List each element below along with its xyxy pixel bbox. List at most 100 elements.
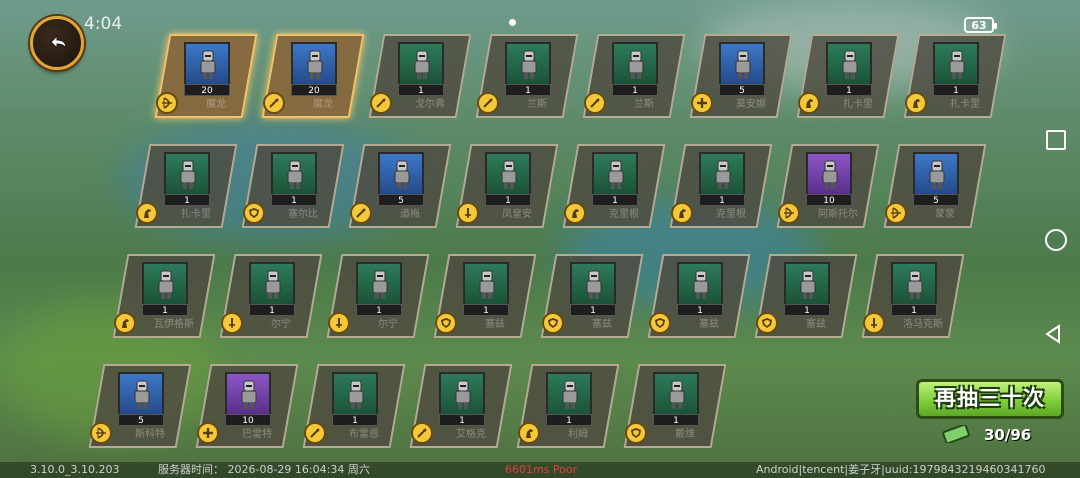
hero-card[interactable]: 5 蒙蒙: [883, 144, 987, 228]
hero-card[interactable]: 1 戈尔弗: [368, 34, 472, 118]
hero-card[interactable]: 1 克里根: [669, 144, 773, 228]
class-badge: [885, 202, 907, 224]
hero-count: 1: [826, 84, 872, 96]
spear-icon: [590, 98, 600, 108]
hero-card[interactable]: 5 道梅: [348, 144, 452, 228]
hero-name: 布雷恩: [349, 429, 379, 440]
hero-count: 1: [271, 194, 317, 206]
hero-card[interactable]: 1 扎卡里: [903, 34, 1007, 118]
hero-card[interactable]: 1 戴维: [623, 364, 727, 448]
hero-count: 1: [612, 84, 658, 96]
recent-apps-button[interactable]: [1046, 130, 1066, 150]
hero-portrait: [184, 42, 230, 86]
hero-card[interactable]: 1 尔宁: [326, 254, 430, 338]
hero-portrait: [592, 152, 638, 196]
hero-card[interactable]: 5 斯科特: [88, 364, 192, 448]
hero-card[interactable]: 1 布雷恩: [302, 364, 406, 448]
hero-card[interactable]: 20 魔龙: [261, 34, 365, 118]
shield-icon: [441, 318, 451, 328]
back-nav-icon[interactable]: [1044, 324, 1062, 344]
hero-card[interactable]: 1 塞兹: [647, 254, 751, 338]
debug-footer: 3.10.0_3.10.203 服务器时间： 2026-08-29 16:04:…: [0, 462, 1080, 478]
class-badge: [90, 422, 112, 444]
status-time: 4:04: [84, 14, 123, 34]
draw-thirty-button[interactable]: 再抽三十次: [916, 379, 1064, 419]
hero-card[interactable]: 5 莫安娜: [689, 34, 793, 118]
hero-portrait: [653, 372, 699, 416]
hero-card[interactable]: 1 利姆: [516, 364, 620, 448]
hero-card[interactable]: 1 塞兹: [433, 254, 537, 338]
hero-card[interactable]: 1 凤皇安: [455, 144, 559, 228]
horse-icon: [806, 99, 813, 108]
hero-portrait: [891, 262, 937, 306]
hero-portrait: [570, 262, 616, 306]
armored-hero-icon: [929, 160, 945, 189]
armored-hero-icon: [134, 380, 150, 409]
shield-icon: [249, 208, 259, 218]
hero-name: 扎卡里: [950, 99, 980, 110]
hero-portrait: [271, 152, 317, 196]
armored-hero-icon: [628, 50, 644, 79]
bow-icon: [891, 207, 901, 219]
hero-card[interactable]: 1 洛马克斯: [861, 254, 965, 338]
class-badge: [370, 92, 392, 114]
hero-card[interactable]: 1 艾格克: [409, 364, 513, 448]
hero-card[interactable]: 1 塞尔比: [241, 144, 345, 228]
hero-portrait: [332, 372, 378, 416]
hero-name: 塞兹: [806, 319, 826, 330]
hero-portrait: [784, 262, 830, 306]
horse-icon: [144, 209, 151, 218]
hero-card[interactable]: 1 克里根: [562, 144, 666, 228]
home-button[interactable]: [1045, 229, 1067, 251]
hero-name: 尔宁: [271, 319, 291, 330]
hero-name: 蒙蒙: [935, 209, 955, 220]
hero-card[interactable]: 1 兰斯: [475, 34, 579, 118]
hero-card[interactable]: 10 巴雷特: [195, 364, 299, 448]
shield-icon: [655, 318, 665, 328]
shield-icon: [548, 318, 558, 328]
ticket-icon: [942, 425, 970, 443]
class-badge: [564, 202, 586, 224]
hero-card[interactable]: 1 塞兹: [540, 254, 644, 338]
sword-icon: [229, 318, 235, 328]
armored-hero-icon: [842, 50, 858, 79]
hero-card[interactable]: 1 兰斯: [582, 34, 686, 118]
hero-portrait: [398, 42, 444, 86]
hero-portrait: [291, 42, 337, 86]
class-badge: [263, 92, 285, 114]
back-button[interactable]: [30, 16, 84, 70]
hero-name: 扎卡里: [843, 99, 873, 110]
hero-card[interactable]: 10 阿斯托尔: [776, 144, 880, 228]
armored-hero-icon: [200, 50, 216, 79]
armored-hero-icon: [586, 270, 602, 299]
hero-count: 1: [592, 194, 638, 206]
class-badge: [778, 202, 800, 224]
device-text: Android|tencent|姜子牙|uuid:197984321946034…: [756, 463, 1046, 476]
hero-portrait: [699, 152, 745, 196]
hero-card[interactable]: 1 扎卡里: [134, 144, 238, 228]
hero-count: 1: [164, 194, 210, 206]
hero-card[interactable]: 1 扎卡里: [796, 34, 900, 118]
hero-card[interactable]: 1 尔宁: [219, 254, 323, 338]
hero-card[interactable]: 1 瓦伊格斯: [112, 254, 216, 338]
armored-hero-icon: [158, 270, 174, 299]
hero-card[interactable]: 1 塞兹: [754, 254, 858, 338]
hero-count: 20: [291, 84, 337, 96]
hero-name: 利姆: [568, 429, 588, 440]
hero-count: 5: [378, 194, 424, 206]
hero-card[interactable]: 20 魔龙: [154, 34, 258, 118]
healer-plus-icon: [697, 98, 707, 108]
hero-count: 1: [398, 84, 444, 96]
class-badge: [863, 312, 885, 334]
hero-count: 1: [356, 304, 402, 316]
class-badge: [798, 92, 820, 114]
sword-icon: [871, 318, 877, 328]
hero-portrait: [225, 372, 271, 416]
class-badge: [243, 202, 265, 224]
server-time-text: 服务器时间： 2026-08-29 16:04:34 周六: [158, 463, 370, 476]
armored-hero-icon: [348, 380, 364, 409]
hero-name: 道梅: [400, 209, 420, 220]
healer-plus-icon: [203, 428, 213, 438]
bow-icon: [784, 207, 794, 219]
hero-count: 1: [485, 194, 531, 206]
